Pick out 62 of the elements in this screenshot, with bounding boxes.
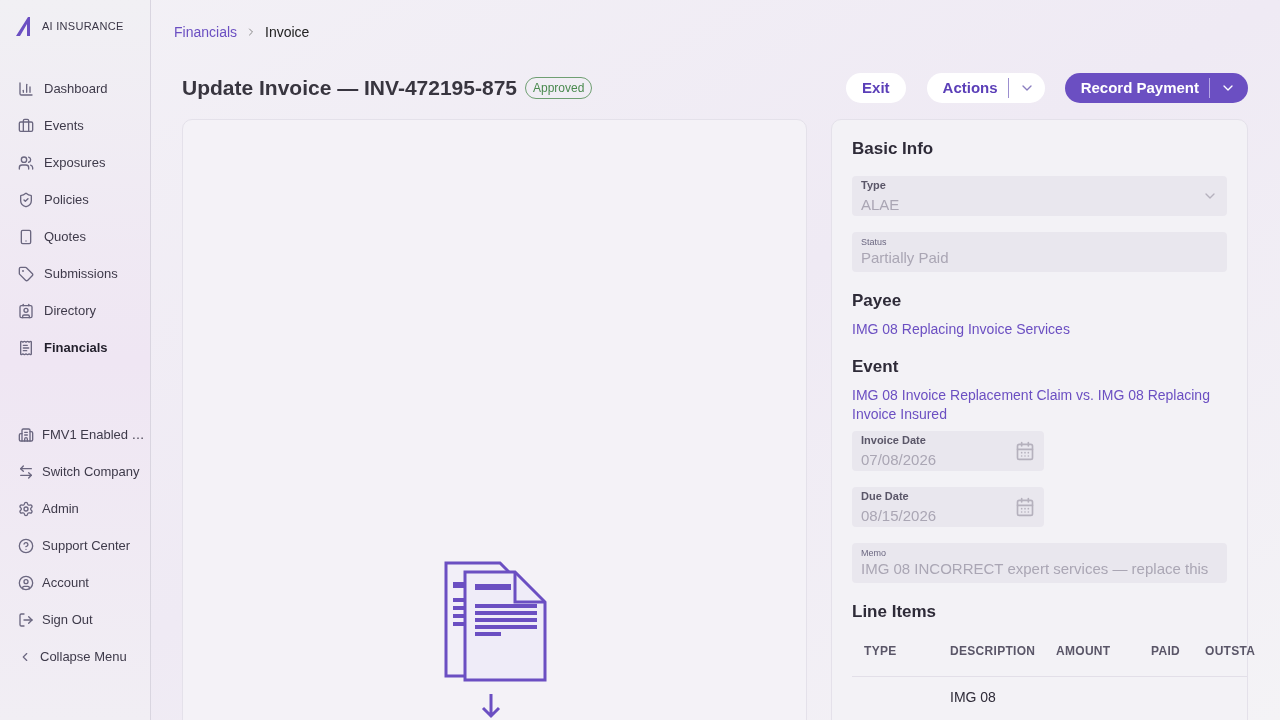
record-payment-button[interactable]: Record Payment bbox=[1064, 73, 1248, 103]
section-heading: Line Items bbox=[852, 600, 938, 623]
nav-item[interactable]: Quotes bbox=[0, 218, 150, 255]
actions-button[interactable]: Actions bbox=[926, 73, 1045, 103]
nav-item[interactable]: Dashboard bbox=[0, 70, 150, 107]
tag-icon bbox=[18, 265, 34, 282]
read-only-field[interactable]: Due Date 08/15/2026 bbox=[852, 486, 1044, 527]
read-only-field[interactable]: Invoice Date 07/08/2026 bbox=[852, 430, 1044, 471]
field-value: IMG 08 INCORRECT expert services — replace this bbox=[861, 561, 1210, 576]
field-value: Partially Paid bbox=[861, 250, 950, 265]
read-only-field[interactable]: Memo IMG 08 INCORRECT expert services — replace this bbox=[852, 542, 1227, 583]
nav-item[interactable]: FMV1 Enabled … bbox=[0, 416, 150, 453]
swap-arrows-icon bbox=[18, 463, 34, 480]
page-title: Update Invoice — INV-472195-875 bbox=[182, 75, 517, 102]
phone-icon bbox=[18, 228, 34, 245]
field-value: ALAE bbox=[861, 196, 901, 212]
nav-item[interactable]: Switch Company bbox=[0, 453, 150, 490]
nav-item[interactable]: Exposures bbox=[0, 144, 150, 181]
people-icon bbox=[18, 154, 34, 171]
nav-item[interactable]: Policies bbox=[0, 181, 150, 218]
document-download-icon[interactable] bbox=[442, 560, 547, 720]
shield-icon bbox=[18, 191, 34, 208]
nav-item[interactable]: Financials bbox=[0, 329, 150, 366]
section-heading: Payee bbox=[852, 289, 903, 312]
nav-item[interactable]: Submissions bbox=[0, 255, 150, 292]
column-header: DESCRIPTION bbox=[950, 643, 1037, 660]
bar-chart-icon bbox=[18, 80, 34, 97]
field-value: 07/08/2026 bbox=[861, 451, 938, 467]
settings-icon bbox=[18, 500, 34, 517]
field-label: Memo bbox=[861, 549, 887, 558]
field-value: 08/15/2026 bbox=[861, 507, 938, 523]
nav-item[interactable]: Sign Out bbox=[0, 601, 150, 638]
field-label: Invoice Date bbox=[861, 434, 927, 446]
field-label: Type bbox=[861, 179, 887, 191]
section-heading: Basic Info bbox=[852, 138, 935, 160]
sign-out-icon bbox=[18, 611, 34, 628]
payee-link[interactable]: IMG 08 Replacing Invoice Services bbox=[852, 319, 1227, 340]
field-label: Status bbox=[861, 238, 888, 247]
brand-name: AI INSURANCE bbox=[42, 19, 124, 34]
nav-item[interactable]: Admin bbox=[0, 490, 150, 527]
nav-item[interactable]: Account bbox=[0, 564, 150, 601]
briefcase-icon bbox=[18, 117, 34, 134]
column-header: OUTSTA bbox=[1205, 643, 1257, 660]
table-cell-text: IMG 08 bbox=[950, 688, 997, 707]
nav-item[interactable]: Events bbox=[0, 107, 150, 144]
nav-item[interactable]: Collapse Menu bbox=[0, 638, 150, 675]
receipt-icon bbox=[18, 339, 34, 356]
column-header: TYPE bbox=[864, 643, 898, 660]
event-link[interactable]: IMG 08 Invoice Replacement Claim vs. IMG 08 Replacing Invoice Insured bbox=[852, 385, 1222, 424]
column-header: PAID bbox=[1151, 643, 1181, 660]
breadcrumb-link[interactable]: Financials bbox=[174, 21, 238, 43]
building-icon bbox=[18, 426, 34, 443]
user-circle-icon bbox=[18, 574, 34, 591]
help-icon bbox=[18, 537, 34, 554]
section-heading: Event bbox=[852, 356, 900, 378]
column-header: AMOUNT bbox=[1056, 643, 1112, 660]
nav-item[interactable]: Support Center bbox=[0, 527, 150, 564]
breadcrumb-current: Invoice bbox=[265, 22, 310, 42]
exit-button[interactable]: Exit bbox=[846, 73, 906, 103]
contact-card-icon bbox=[18, 302, 34, 319]
field-label: Due Date bbox=[861, 490, 910, 502]
nav-item[interactable]: Directory bbox=[0, 292, 150, 329]
